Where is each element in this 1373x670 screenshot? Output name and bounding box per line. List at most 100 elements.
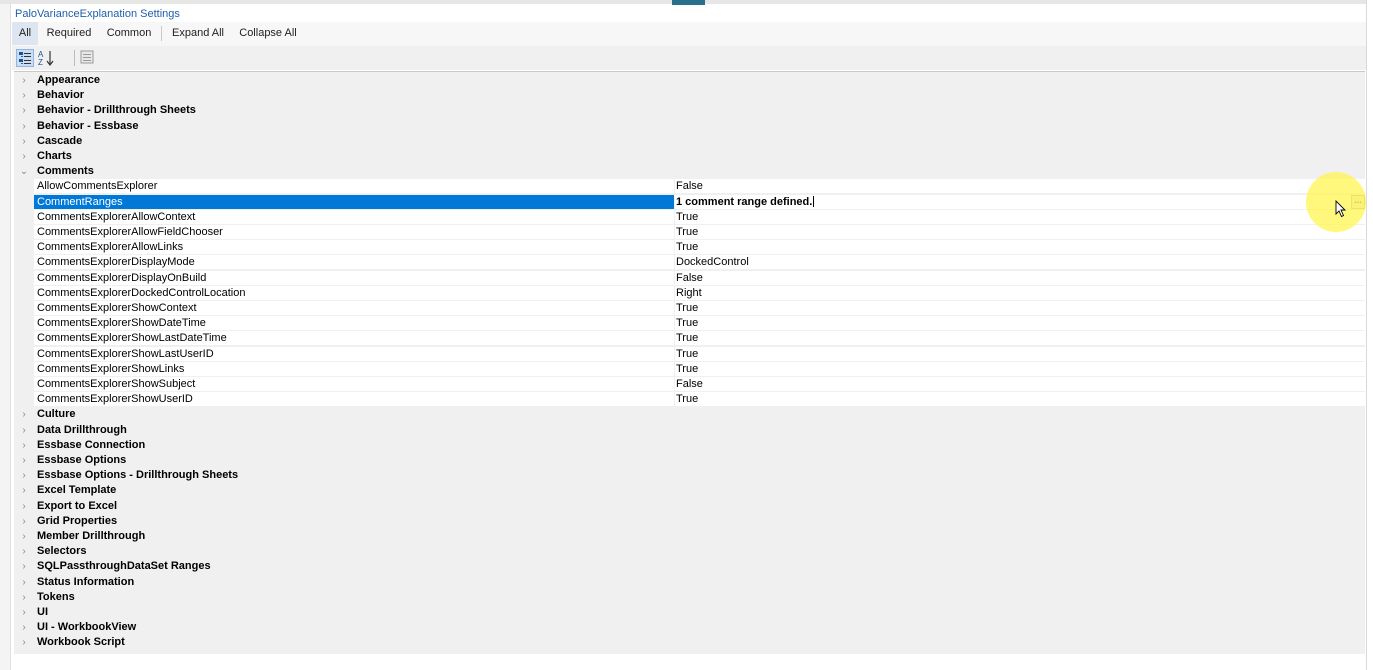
property-name[interactable]: CommentsExplorerDisplayMode [34,255,674,269]
category-row[interactable]: › Excel Template [14,483,1365,498]
chevron-right-icon[interactable]: › [17,590,31,605]
property-name[interactable]: CommentsExplorerShowLastDateTime [34,331,674,345]
property-value[interactable]: False [675,377,1365,391]
property-name[interactable]: CommentRanges [34,194,674,209]
category-row[interactable]: › Behavior - Drillthrough Sheets [14,103,1365,118]
category-row[interactable]: › Charts [14,149,1365,164]
property-name[interactable]: CommentsExplorerShowLinks [34,362,674,376]
chevron-right-icon[interactable]: › [17,605,31,620]
category-row[interactable]: › Appearance [14,73,1365,88]
property-row[interactable]: CommentsExplorerShowLinks True [34,361,1365,377]
property-value[interactable]: True [675,362,1365,376]
property-name[interactable]: CommentsExplorerDisplayOnBuild [34,271,674,285]
category-row[interactable]: › Essbase Options - Drillthrough Sheets [14,468,1365,483]
category-row[interactable]: › Culture [14,407,1365,422]
property-row[interactable]: AllowCommentsExplorer False [34,179,1365,195]
category-row[interactable]: › Selectors [14,544,1365,559]
categorized-view-icon[interactable] [16,49,34,67]
category-row[interactable]: › Export to Excel [14,499,1365,514]
chevron-right-icon[interactable]: › [17,559,31,574]
chevron-right-icon[interactable]: › [17,438,31,453]
expand-all-button[interactable]: Expand All [167,22,229,45]
property-value[interactable]: True [675,225,1365,239]
property-value[interactable]: True [675,316,1365,330]
property-value[interactable]: True [675,210,1365,224]
chevron-right-icon[interactable]: › [17,499,31,514]
property-row[interactable]: CommentsExplorerAllowLinks True [34,240,1365,256]
chevron-right-icon[interactable]: › [17,119,31,134]
property-name[interactable]: CommentsExplorerDockedControlLocation [34,286,674,300]
filter-all-button[interactable]: All [12,22,38,45]
property-name[interactable]: CommentsExplorerShowDateTime [34,316,674,330]
chevron-right-icon[interactable]: › [17,620,31,635]
chevron-down-icon[interactable]: ⌄ [17,164,31,179]
category-row[interactable]: › Tokens [14,590,1365,605]
chevron-right-icon[interactable]: › [17,483,31,498]
chevron-right-icon[interactable]: › [17,468,31,483]
category-row[interactable]: › Member Drillthrough [14,529,1365,544]
property-name[interactable]: CommentsExplorerAllowContext [34,210,674,224]
category-row[interactable]: ⌄ Comments [14,164,1365,179]
category-row[interactable]: › Essbase Connection [14,438,1365,453]
chevron-right-icon[interactable]: › [17,514,31,529]
category-row[interactable]: › Cascade [14,134,1365,149]
property-name[interactable]: CommentsExplorerShowContext [34,301,674,315]
property-value[interactable]: True [675,240,1365,254]
chevron-right-icon[interactable]: › [17,544,31,559]
category-row[interactable]: › Behavior [14,88,1365,103]
property-row[interactable]: CommentRanges 1 comment range defined.... [34,194,1365,210]
property-value[interactable]: True [675,301,1365,315]
property-name[interactable]: AllowCommentsExplorer [34,179,674,193]
property-value[interactable]: False [675,271,1365,285]
property-pages-icon[interactable] [79,49,97,67]
chevron-right-icon[interactable]: › [17,635,31,650]
category-row[interactable]: › Status Information [14,575,1365,590]
property-name[interactable]: CommentsExplorerShowLastUserID [34,347,674,361]
chevron-right-icon[interactable]: › [17,149,31,164]
property-name[interactable]: CommentsExplorerShowSubject [34,377,674,391]
collapse-all-button[interactable]: Collapse All [236,22,300,45]
chevron-right-icon[interactable]: › [17,453,31,468]
category-row[interactable]: › Grid Properties [14,514,1365,529]
property-name[interactable]: CommentsExplorerShowUserID [34,392,674,406]
category-row[interactable]: › Behavior - Essbase [14,119,1365,134]
property-row[interactable]: CommentsExplorerShowLastDateTime True [34,331,1365,347]
property-value[interactable]: DockedControl [675,255,1365,269]
chevron-right-icon[interactable]: › [17,134,31,149]
splitter-grip[interactable] [672,0,705,5]
property-row[interactable]: CommentsExplorerDisplayMode DockedControl [34,255,1365,271]
property-row[interactable]: CommentsExplorerDisplayOnBuild False [34,270,1365,286]
property-row[interactable]: CommentsExplorerShowSubject False [34,377,1365,392]
filter-required-button[interactable]: Required [41,22,97,45]
chevron-right-icon[interactable]: › [17,529,31,544]
property-name[interactable]: CommentsExplorerAllowFieldChooser [34,225,674,239]
ellipsis-icon[interactable]: ... [1351,194,1365,209]
chevron-right-icon[interactable]: › [17,73,31,88]
property-value[interactable]: Right [675,286,1365,300]
alphabetical-sort-icon[interactable]: A Z [37,49,55,67]
category-row[interactable]: › UI [14,605,1365,620]
category-row[interactable]: › UI - WorkbookView [14,620,1365,635]
property-row[interactable]: CommentsExplorerAllowFieldChooser True [34,225,1365,240]
property-row[interactable]: CommentsExplorerDockedControlLocation Rig… [34,285,1365,301]
property-row[interactable]: CommentsExplorerShowDateTime True [34,316,1365,332]
property-value[interactable]: True [675,331,1365,345]
category-row[interactable]: › Essbase Options [14,453,1365,468]
property-row[interactable]: CommentsExplorerShowLastUserID True [34,346,1365,362]
property-row[interactable]: CommentsExplorerShowUserID True [34,392,1365,408]
filter-common-button[interactable]: Common [101,22,157,45]
chevron-right-icon[interactable]: › [17,423,31,438]
property-value[interactable]: True [675,347,1365,361]
category-row[interactable]: › SQLPassthroughDataSet Ranges [14,559,1365,574]
property-value[interactable]: False [675,179,1365,193]
category-row[interactable]: › Data Drillthrough [14,423,1365,438]
chevron-right-icon[interactable]: › [17,575,31,590]
chevron-right-icon[interactable]: › [17,407,31,422]
property-value[interactable]: True [675,392,1365,406]
chevron-right-icon[interactable]: › [17,88,31,103]
property-name[interactable]: CommentsExplorerAllowLinks [34,240,674,254]
property-row[interactable]: CommentsExplorerShowContext True [34,301,1365,316]
chevron-right-icon[interactable]: › [17,103,31,118]
category-row[interactable]: › Workbook Script [14,635,1365,650]
property-value[interactable]: 1 comment range defined.... [675,194,1365,209]
